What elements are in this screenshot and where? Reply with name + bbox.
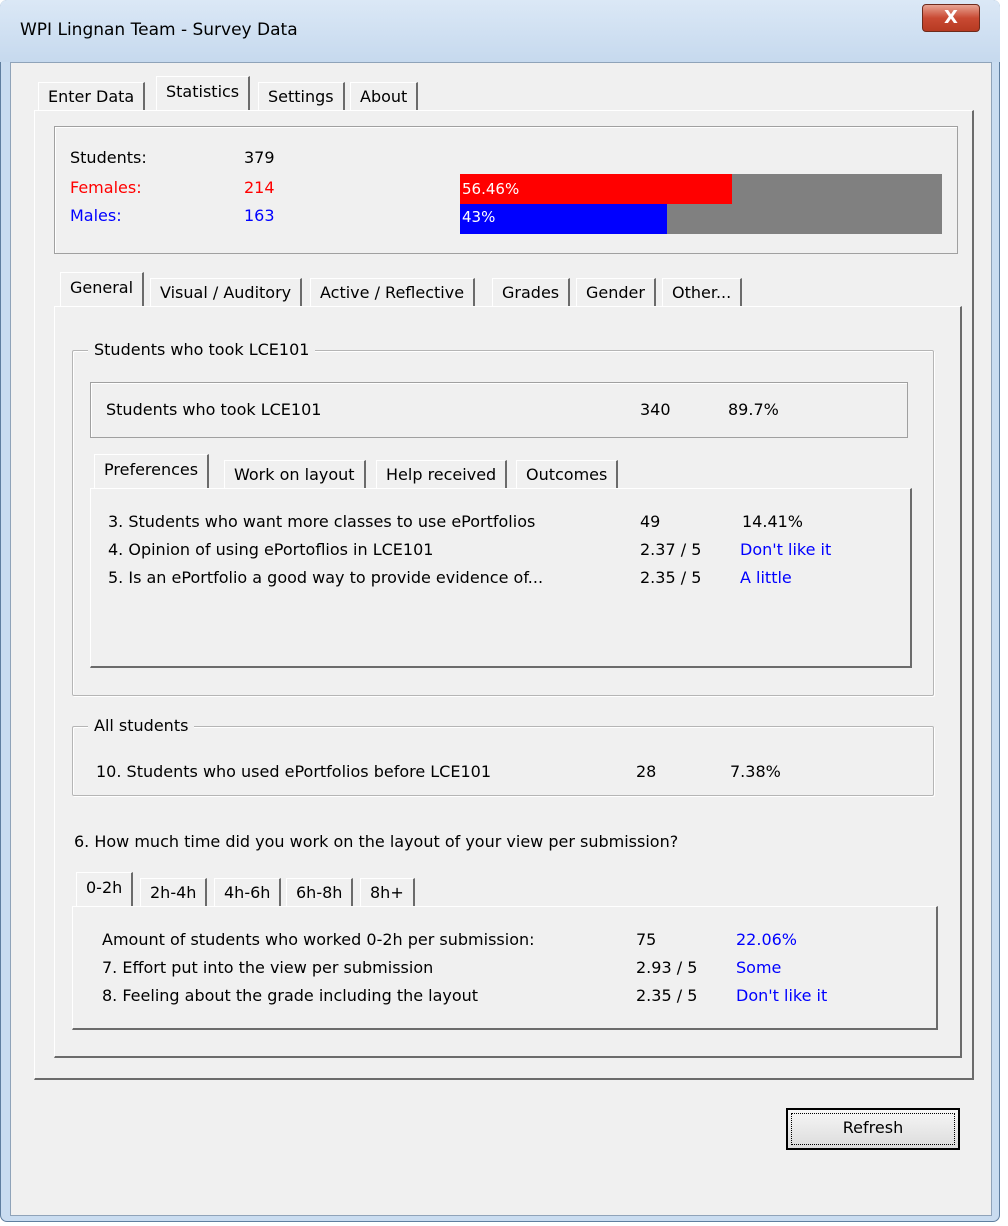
pref-row-3-extra: 14.41% <box>742 512 804 531</box>
tab-label: Help received <box>386 465 497 484</box>
hours-row-amount-value: 75 <box>636 930 657 949</box>
tab-label: Settings <box>268 87 334 106</box>
tab-other[interactable]: Other... <box>662 278 743 308</box>
all-students-row-percent: 7.38% <box>730 762 781 781</box>
tab-label: Grades <box>502 283 560 302</box>
lce101-group-title: Students who took LCE101 <box>88 340 316 359</box>
hours-row-7-extra: Some <box>736 958 782 977</box>
tab-label: Gender <box>586 283 645 302</box>
tab-label: About <box>360 87 408 106</box>
students-label: Students: <box>70 148 147 167</box>
pref-row-3-label: 3. Students who want more classes to use… <box>108 512 536 531</box>
pref-row-5-value: 2.35 / 5 <box>640 568 702 587</box>
hours-row-7-value: 2.93 / 5 <box>636 958 698 977</box>
hours-row-8-extra: Don't like it <box>736 986 828 1005</box>
tab-work-on-layout[interactable]: Work on layout <box>224 460 366 490</box>
pref-row-4-extra: Don't like it <box>740 540 832 559</box>
lce101-row-label: Students who took LCE101 <box>106 400 322 419</box>
all-students-group-title: All students <box>88 716 195 735</box>
refresh-button[interactable]: Refresh <box>786 1108 960 1150</box>
tab-6h-8h[interactable]: 6h-8h <box>286 878 354 908</box>
tab-label: 0-2h <box>86 878 123 897</box>
tab-outcomes[interactable]: Outcomes <box>516 460 619 490</box>
close-icon: X <box>944 7 958 28</box>
all-students-groupbox <box>72 726 934 796</box>
tab-label: Work on layout <box>234 465 355 484</box>
tab-visual-auditory[interactable]: Visual / Auditory <box>150 278 303 308</box>
lce101-row-value: 340 <box>640 400 671 419</box>
tab-general[interactable]: General <box>60 272 145 306</box>
students-value: 379 <box>244 148 275 167</box>
hours-row-amount-label: Amount of students who worked 0-2h per s… <box>102 930 535 949</box>
focus-rectangle <box>791 1113 955 1145</box>
tab-label: Other... <box>672 283 732 302</box>
tab-help-received[interactable]: Help received <box>376 460 508 490</box>
tab-settings[interactable]: Settings <box>258 82 345 112</box>
pref-row-3-value: 49 <box>640 512 661 531</box>
male-bar-label: 43% <box>462 208 496 226</box>
tab-grades[interactable]: Grades <box>492 278 571 308</box>
lce101-row-percent: 89.7% <box>728 400 779 419</box>
tab-statistics[interactable]: Statistics <box>156 76 251 110</box>
pref-row-5-extra: A little <box>740 568 792 587</box>
pref-row-4-label: 4. Opinion of using ePortoflios in LCE10… <box>108 540 434 559</box>
tab-active-reflective[interactable]: Active / Reflective <box>310 278 476 308</box>
female-bar-track: 56.46% <box>460 174 942 204</box>
hours-row-8-label: 8. Feeling about the grade including the… <box>102 986 479 1005</box>
females-value: 214 <box>244 178 275 197</box>
tab-label: Outcomes <box>526 465 608 484</box>
tab-label: 2h-4h <box>150 883 197 902</box>
males-value: 163 <box>244 206 275 225</box>
tab-enter-data[interactable]: Enter Data <box>38 82 146 112</box>
tab-label: 6h-8h <box>296 883 343 902</box>
layout-question: 6. How much time did you work on the lay… <box>74 832 679 851</box>
all-students-row-value: 28 <box>636 762 657 781</box>
male-bar-fill: 43% <box>460 204 668 234</box>
female-bar-fill: 56.46% <box>460 174 733 204</box>
window-title: WPI Lingnan Team - Survey Data <box>20 20 298 40</box>
tab-2h-4h[interactable]: 2h-4h <box>140 878 208 908</box>
tab-label: Enter Data <box>48 87 135 106</box>
tab-preferences[interactable]: Preferences <box>94 454 210 488</box>
tab-label: 8h+ <box>370 883 404 902</box>
hours-row-7-label: 7. Effort put into the view per submissi… <box>102 958 434 977</box>
tab-label: Active / Reflective <box>320 283 465 302</box>
tab-label: Preferences <box>104 460 199 479</box>
hours-row-8-value: 2.35 / 5 <box>636 986 698 1005</box>
tab-label: Visual / Auditory <box>160 283 292 302</box>
males-label: Males: <box>70 206 122 225</box>
pref-row-4-value: 2.37 / 5 <box>640 540 702 559</box>
tab-label: Statistics <box>166 82 240 101</box>
tab-label: 4h-6h <box>224 883 271 902</box>
female-bar-label: 56.46% <box>462 180 520 198</box>
close-button[interactable]: X <box>922 4 980 32</box>
male-bar-track: 43% <box>460 204 942 234</box>
pref-row-5-label: 5. Is an ePortfolio a good way to provid… <box>108 568 544 587</box>
females-label: Females: <box>70 178 142 197</box>
tab-gender[interactable]: Gender <box>576 278 656 308</box>
tab-4h-6h[interactable]: 4h-6h <box>214 878 282 908</box>
tab-0-2h[interactable]: 0-2h <box>76 872 134 906</box>
tab-8h-plus[interactable]: 8h+ <box>360 878 415 908</box>
hours-row-amount-extra: 22.06% <box>736 930 798 949</box>
tab-label: General <box>70 278 134 297</box>
all-students-row-label: 10. Students who used ePortfolios before… <box>96 762 491 781</box>
tab-about[interactable]: About <box>350 82 419 112</box>
